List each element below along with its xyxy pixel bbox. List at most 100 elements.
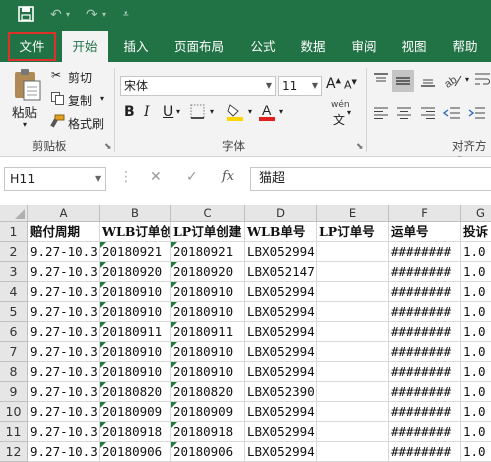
table-cell[interactable]: 9.27-10.3 xyxy=(28,282,100,302)
tab-review[interactable]: 审阅 xyxy=(341,31,387,62)
table-cell[interactable]: ######## xyxy=(389,242,461,262)
borders-dropdown-icon[interactable]: ▾ xyxy=(210,107,214,116)
row-header[interactable]: 10 xyxy=(0,402,28,422)
row-header[interactable]: 12 xyxy=(0,442,28,462)
align-right-icon[interactable] xyxy=(420,106,436,123)
table-cell[interactable]: 1.0 xyxy=(461,422,491,442)
table-cell[interactable] xyxy=(317,402,389,422)
table-cell[interactable]: 9.27-10.3 xyxy=(28,382,100,402)
format-painter-icon[interactable] xyxy=(49,114,65,131)
fill-color-dropdown-icon[interactable]: ▾ xyxy=(248,107,252,116)
table-cell[interactable]: 1.0 xyxy=(461,362,491,382)
tab-page-layout[interactable]: 页面布局 xyxy=(166,31,232,62)
paste-dropdown-icon[interactable]: ▾ xyxy=(23,120,27,129)
table-cell[interactable]: 1.0 xyxy=(461,262,491,282)
undo-icon[interactable]: ↶ xyxy=(50,6,62,24)
undo-dropdown-icon[interactable]: ▾ xyxy=(66,6,70,24)
font-color-dropdown-icon[interactable]: ▾ xyxy=(279,107,283,116)
table-cell[interactable] xyxy=(317,302,389,322)
copy-button[interactable]: 复制 xyxy=(68,92,92,109)
table-cell[interactable]: LBX052147 xyxy=(245,262,317,282)
table-cell[interactable]: 9.27-10.3 xyxy=(28,442,100,462)
table-cell[interactable]: LBX052994 xyxy=(245,422,317,442)
table-cell[interactable]: 9.27-10.3 xyxy=(28,402,100,422)
table-cell[interactable]: 20180920 xyxy=(171,262,245,282)
table-cell[interactable]: LBX052994 xyxy=(245,342,317,362)
font-launcher-icon[interactable]: ⬊ xyxy=(356,142,364,152)
cut-button[interactable]: 剪切 xyxy=(68,69,92,86)
customize-qat-icon[interactable]: ⩡ xyxy=(123,6,129,24)
italic-button[interactable]: I xyxy=(144,104,150,120)
clipboard-launcher-icon[interactable]: ⬊ xyxy=(104,142,112,152)
row-header[interactable]: 8 xyxy=(0,362,28,382)
tab-insert[interactable]: 插入 xyxy=(113,31,159,62)
table-cell[interactable]: ######## xyxy=(389,322,461,342)
table-cell[interactable]: 20180910 xyxy=(171,362,245,382)
tab-view[interactable]: 视图 xyxy=(391,31,437,62)
table-cell[interactable]: 9.27-10.3 xyxy=(28,422,100,442)
grow-font-icon[interactable]: A▲ xyxy=(326,76,341,92)
underline-button[interactable]: U xyxy=(163,104,173,120)
column-header-e[interactable]: E xyxy=(317,205,389,222)
column-header-b[interactable]: B xyxy=(100,205,171,222)
insert-function-icon[interactable]: fx xyxy=(222,169,234,184)
table-cell[interactable]: 20180820 xyxy=(100,382,171,402)
table-cell[interactable] xyxy=(317,342,389,362)
table-cell[interactable]: ######## xyxy=(389,342,461,362)
row-header[interactable]: 5 xyxy=(0,302,28,322)
copy-dropdown-icon[interactable]: ▾ xyxy=(100,94,104,103)
table-cell[interactable]: 20180910 xyxy=(171,282,245,302)
font-name-select[interactable]: 宋体 ▼ xyxy=(120,76,276,96)
table-cell[interactable]: LBX052994 xyxy=(245,442,317,462)
table-cell[interactable]: 20180906 xyxy=(100,442,171,462)
cancel-entry-icon[interactable]: ✕ xyxy=(150,169,162,185)
table-cell[interactable] xyxy=(317,382,389,402)
column-header-g[interactable]: G xyxy=(461,205,491,222)
header-cell[interactable]: LP订单号 xyxy=(317,222,389,242)
phonetic-dropdown-icon[interactable]: ▾ xyxy=(347,108,351,117)
table-cell[interactable]: ######## xyxy=(389,382,461,402)
tab-formulas[interactable]: 公式 xyxy=(240,31,286,62)
table-cell[interactable]: 20180918 xyxy=(171,422,245,442)
row-header[interactable]: 4 xyxy=(0,282,28,302)
column-header-d[interactable]: D xyxy=(245,205,317,222)
table-cell[interactable] xyxy=(317,422,389,442)
table-cell[interactable]: 1.0 xyxy=(461,402,491,422)
table-cell[interactable]: 20180820 xyxy=(171,382,245,402)
wrap-text-icon[interactable] xyxy=(474,71,491,90)
row-header[interactable]: 6 xyxy=(0,322,28,342)
table-cell[interactable]: LBX052390 xyxy=(245,382,317,402)
header-cell[interactable]: WLB单号 xyxy=(245,222,317,242)
tab-file[interactable]: 文件 xyxy=(7,31,57,62)
table-cell[interactable]: 9.27-10.3 xyxy=(28,342,100,362)
column-header-c[interactable]: C xyxy=(171,205,245,222)
row-header[interactable]: 3 xyxy=(0,262,28,282)
row-header[interactable]: 9 xyxy=(0,382,28,402)
row-header[interactable]: 1 xyxy=(0,222,28,242)
increase-indent-icon[interactable] xyxy=(468,106,486,123)
table-cell[interactable]: 1.0 xyxy=(461,242,491,262)
table-cell[interactable]: 20180918 xyxy=(100,422,171,442)
redo-dropdown-icon[interactable]: ▾ xyxy=(102,6,106,24)
font-size-select[interactable]: 11 ▼ xyxy=(278,76,322,96)
fill-color-icon[interactable] xyxy=(226,102,244,125)
table-cell[interactable]: LBX052994 xyxy=(245,302,317,322)
name-box[interactable]: H11 xyxy=(4,167,106,191)
table-cell[interactable]: LBX052994 xyxy=(245,242,317,262)
table-cell[interactable]: 20180906 xyxy=(171,442,245,462)
formula-input[interactable]: 猫超 xyxy=(250,167,491,191)
table-cell[interactable]: ######## xyxy=(389,362,461,382)
tab-help[interactable]: 帮助 xyxy=(442,31,488,62)
underline-dropdown-icon[interactable]: ▾ xyxy=(176,107,180,116)
borders-icon[interactable] xyxy=(190,104,205,122)
table-cell[interactable]: 20180920 xyxy=(100,262,171,282)
row-header[interactable]: 7 xyxy=(0,342,28,362)
select-all-corner[interactable] xyxy=(0,205,28,222)
paste-button[interactable]: 粘贴 xyxy=(12,102,37,121)
table-cell[interactable]: 1.0 xyxy=(461,322,491,342)
font-color-icon[interactable]: A xyxy=(258,102,276,125)
header-cell[interactable]: 运单号 xyxy=(389,222,461,242)
table-cell[interactable]: LBX052994 xyxy=(245,322,317,342)
table-cell[interactable]: LBX052994 xyxy=(245,282,317,302)
row-header[interactable]: 2 xyxy=(0,242,28,262)
